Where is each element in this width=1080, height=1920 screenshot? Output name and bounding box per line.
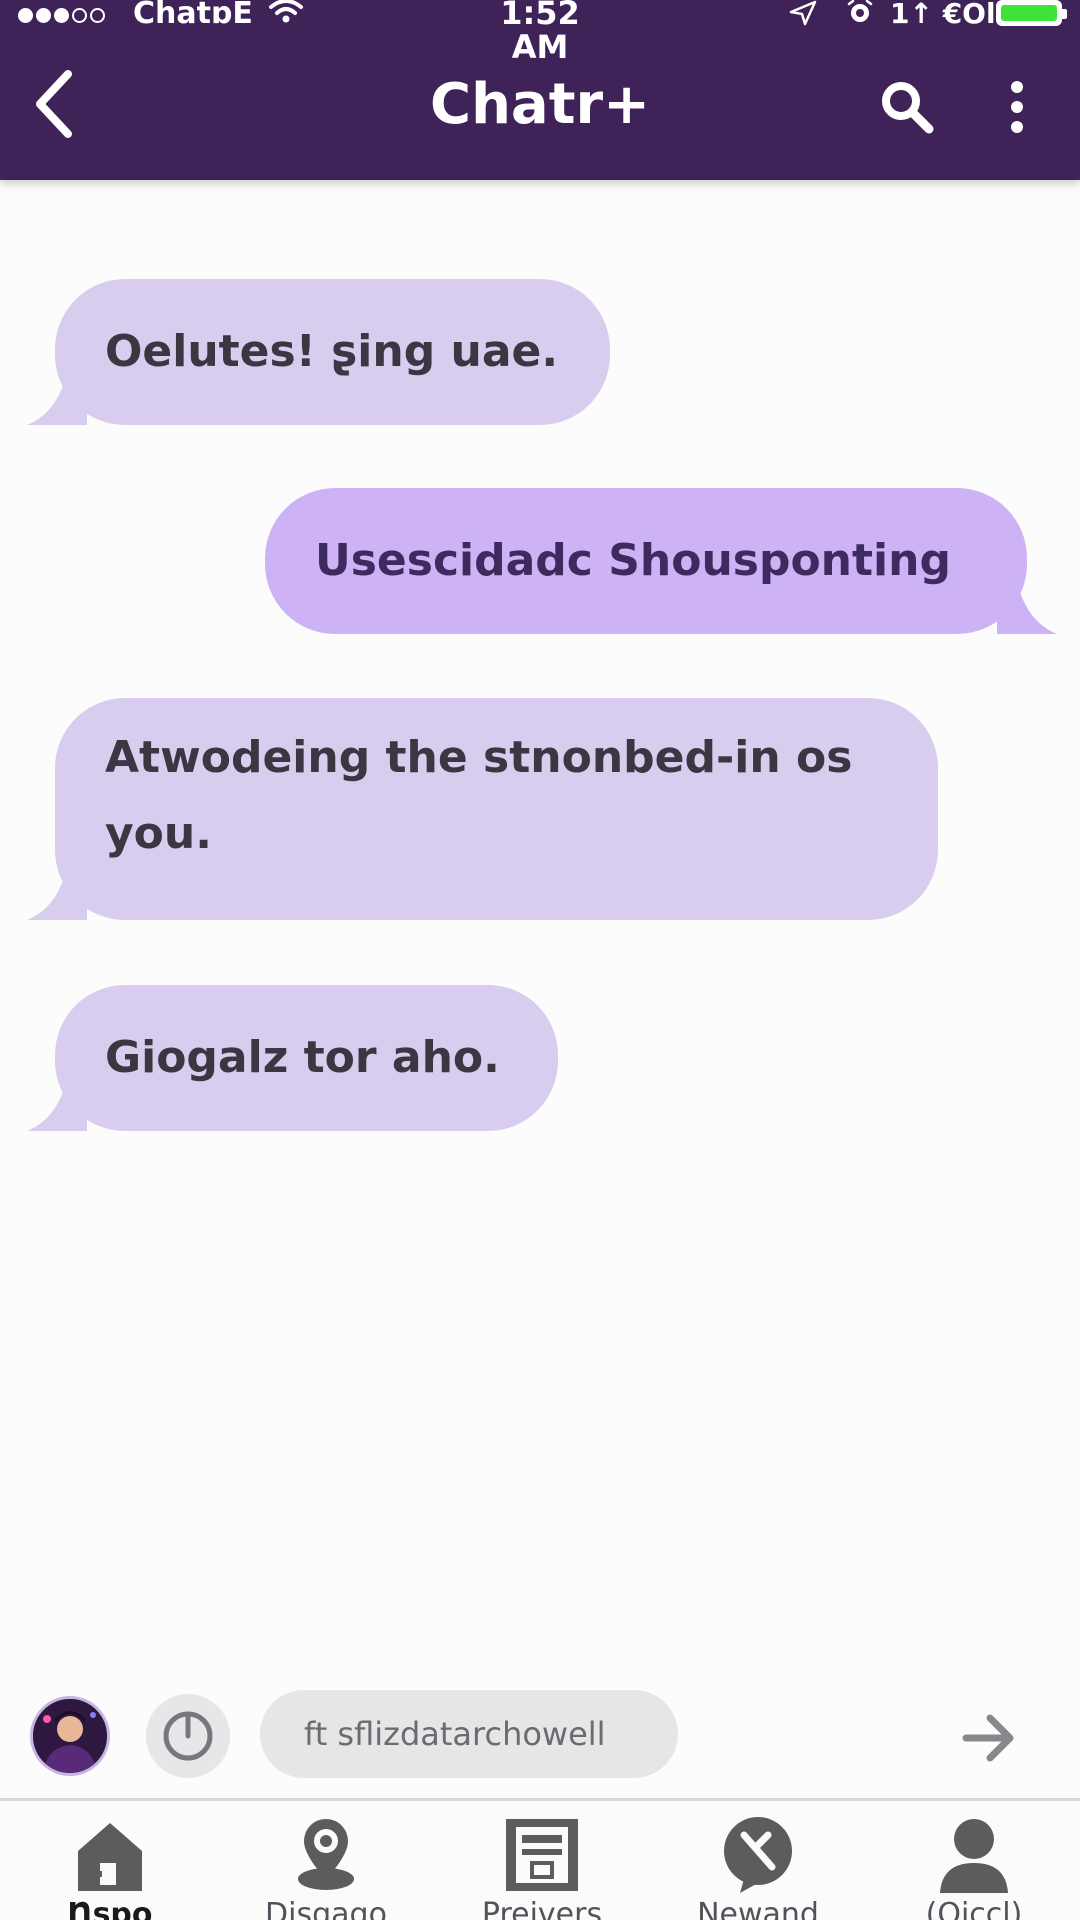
nav-item-profile[interactable]: (Oiccl): [866, 1801, 1080, 1920]
timer-icon: [163, 1711, 213, 1761]
bubble-tail: [27, 868, 87, 920]
more-options-button[interactable]: [992, 72, 1042, 142]
nav-item-label: Ƞspo: [67, 1897, 153, 1920]
app-header: ChatɒE 1:52 AM 1↑ €Ol Chatr+: [0, 0, 1080, 180]
bottom-navigation: Ƞspo Disgago Preivers Newand (Oiccl): [0, 1798, 1080, 1920]
archive-icon: [506, 1819, 578, 1891]
bubble-tail: [27, 373, 87, 425]
carrier-name: ChatɒE: [133, 0, 253, 31]
nav-item-label: (Oiccl): [925, 1897, 1023, 1920]
message-bubble-incoming[interactable]: Atwodeing the stnonbed-in os you.: [27, 698, 938, 920]
profile-icon: [940, 1819, 1008, 1893]
location-pin-icon: [298, 1819, 354, 1890]
page-title: Chatr+: [429, 72, 651, 137]
message-bubble-incoming[interactable]: Giogalz tor aho.: [27, 985, 558, 1131]
message-text: Oelutes! ʂing uae.: [105, 326, 559, 377]
message-text: Atwodeing the stnonbed-in os you.: [105, 732, 853, 859]
nav-item-preivers[interactable]: Preivers: [434, 1801, 650, 1920]
search-icon: [882, 82, 934, 134]
bubble-tail: [997, 582, 1057, 634]
nav-item-label: Preivers: [481, 1897, 603, 1920]
arrow-right-icon: [962, 1714, 1014, 1762]
chat-tools-icon: [724, 1817, 792, 1893]
message-bubble-outgoing[interactable]: Usescidadc Shousponting: [265, 488, 1057, 634]
avatar[interactable]: [30, 1696, 110, 1776]
back-button[interactable]: [22, 62, 86, 146]
wifi-icon: [269, 0, 303, 23]
message-text: Usescidadc Shousponting: [315, 535, 951, 586]
message-text: Giogalz tor aho.: [105, 1032, 500, 1083]
more-vertical-icon: [1011, 81, 1023, 133]
send-button[interactable]: [950, 1698, 1030, 1778]
message-input[interactable]: [260, 1690, 678, 1778]
nav-item-disgago[interactable]: Disgago: [218, 1801, 434, 1920]
timer-button[interactable]: [146, 1694, 230, 1778]
battery-icon: [996, 0, 1067, 26]
home-icon: [78, 1823, 142, 1891]
message-bubble-incoming[interactable]: Oelutes! ʂing uae.: [27, 279, 610, 425]
nav-item-label: Disgago: [265, 1897, 387, 1920]
signal-strength-icon: [18, 4, 105, 26]
location-arrow-icon: [789, 0, 817, 26]
user-avatar-icon: [33, 1699, 107, 1773]
status-network-text: 1↑ €Ol: [890, 0, 996, 30]
nav-item-home[interactable]: Ƞspo: [2, 1801, 218, 1920]
search-button[interactable]: [872, 72, 942, 142]
chevron-left-icon: [36, 70, 72, 138]
bubble-tail: [27, 1079, 87, 1131]
alarm-icon: [847, 0, 873, 22]
status-bar: ChatɒE 1:52 AM 1↑ €Ol: [0, 0, 1080, 64]
status-time: 1:52 AM: [500, 0, 580, 66]
nav-item-newand[interactable]: Newand: [650, 1801, 866, 1920]
nav-item-label: Newand: [697, 1897, 819, 1920]
